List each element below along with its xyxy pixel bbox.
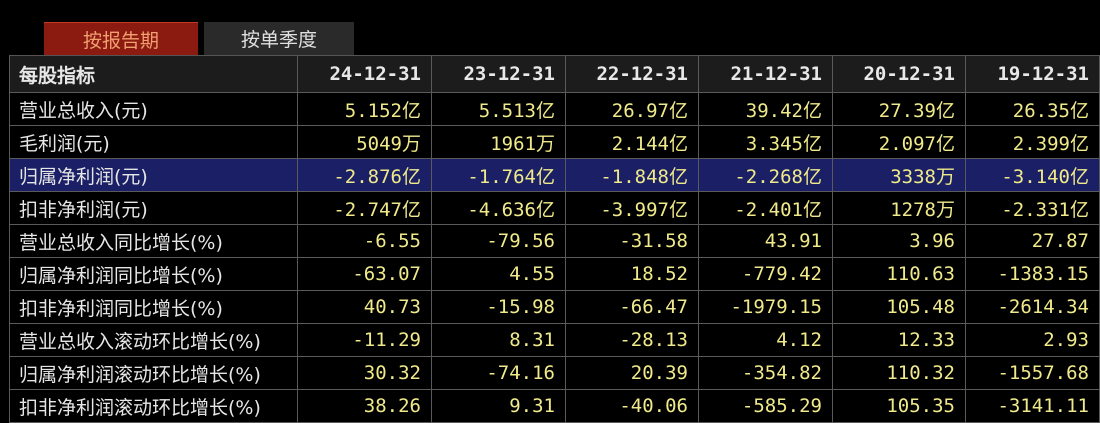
table-row[interactable]: 归属净利润同比增长(%) -63.07 4.55 18.52 -779.42 1…	[9, 258, 1100, 291]
table-cell: 105.35	[832, 390, 965, 422]
table-cell: 3.345亿	[698, 126, 832, 158]
table-cell: 105.48	[832, 291, 965, 323]
header-label: 每股指标	[9, 56, 297, 92]
table-cell: 20.39	[565, 357, 698, 389]
table-cell: 8.31	[431, 324, 565, 356]
table-cell: -3141.11	[965, 390, 1099, 422]
table-cell: 110.63	[832, 258, 965, 290]
table-row[interactable]: 毛利润(元) 5049万 1961万 2.144亿 3.345亿 2.097亿 …	[9, 126, 1100, 159]
row-label: 营业总收入(元)	[9, 93, 297, 125]
table-cell: 43.91	[698, 225, 832, 257]
table-row[interactable]: 扣非净利润(元) -2.747亿 -4.636亿 -3.997亿 -2.401亿…	[9, 192, 1100, 225]
table-cell: 1961万	[431, 126, 565, 158]
table-cell: 40.73	[297, 291, 431, 323]
table-cell: -3.997亿	[565, 192, 698, 224]
column-header[interactable]: 20-12-31	[832, 56, 965, 92]
table-cell: -11.29	[297, 324, 431, 356]
table-cell: 5.513亿	[431, 93, 565, 125]
table-cell: -15.98	[431, 291, 565, 323]
table-cell: -66.47	[565, 291, 698, 323]
table-cell: -2614.34	[965, 291, 1099, 323]
table-row[interactable]: 扣非净利润滚动环比增长(%) 38.26 9.31 -40.06 -585.29…	[9, 390, 1100, 423]
row-label: 营业总收入同比增长(%)	[9, 225, 297, 257]
column-header[interactable]: 19-12-31	[965, 56, 1099, 92]
table-cell: 3338万	[832, 159, 965, 191]
table-cell: 26.97亿	[565, 93, 698, 125]
column-header[interactable]: 22-12-31	[565, 56, 698, 92]
table-cell: -1979.15	[698, 291, 832, 323]
row-label: 营业总收入滚动环比增长(%)	[9, 324, 297, 356]
table-cell: -63.07	[297, 258, 431, 290]
table-cell: -3.140亿	[965, 159, 1099, 191]
table-cell: -40.06	[565, 390, 698, 422]
table-cell: 2.399亿	[965, 126, 1099, 158]
table-cell: 5049万	[297, 126, 431, 158]
table-cell: -585.29	[698, 390, 832, 422]
table-cell: 27.87	[965, 225, 1099, 257]
table-cell: 26.35亿	[965, 93, 1099, 125]
table-cell: -779.42	[698, 258, 832, 290]
table-cell: -74.16	[431, 357, 565, 389]
table-cell: -2.401亿	[698, 192, 832, 224]
table-cell: 9.31	[431, 390, 565, 422]
table-cell: -1.848亿	[565, 159, 698, 191]
table-cell: -6.55	[297, 225, 431, 257]
table-row-selected[interactable]: 归属净利润(元) -2.876亿 -1.764亿 -1.848亿 -2.268亿…	[9, 159, 1100, 192]
table-cell: -28.13	[565, 324, 698, 356]
row-label: 归属净利润(元)	[9, 159, 297, 191]
table-cell: -2.331亿	[965, 192, 1099, 224]
table-cell: 2.097亿	[832, 126, 965, 158]
table-cell: 18.52	[565, 258, 698, 290]
column-header[interactable]: 23-12-31	[431, 56, 565, 92]
tab-by-single-quarter[interactable]: 按单季度	[204, 22, 354, 55]
table-row[interactable]: 归属净利润滚动环比增长(%) 30.32 -74.16 20.39 -354.8…	[9, 357, 1100, 390]
table-cell: -2.876亿	[297, 159, 431, 191]
table-cell: 12.33	[832, 324, 965, 356]
table-header-row: 每股指标 24-12-31 23-12-31 22-12-31 21-12-31…	[9, 56, 1100, 93]
table-cell: 3.96	[832, 225, 965, 257]
table-row[interactable]: 营业总收入同比增长(%) -6.55 -79.56 -31.58 43.91 3…	[9, 225, 1100, 258]
row-label: 扣非净利润滚动环比增长(%)	[9, 390, 297, 422]
table-cell: 2.144亿	[565, 126, 698, 158]
row-label: 扣非净利润同比增长(%)	[9, 291, 297, 323]
table-row[interactable]: 营业总收入(元) 5.152亿 5.513亿 26.97亿 39.42亿 27.…	[9, 93, 1100, 126]
table-cell: -79.56	[431, 225, 565, 257]
period-tabs: 按报告期 按单季度	[44, 22, 354, 55]
table-row[interactable]: 营业总收入滚动环比增长(%) -11.29 8.31 -28.13 4.12 1…	[9, 324, 1100, 357]
table-cell: 38.26	[297, 390, 431, 422]
table-cell: -1557.68	[965, 357, 1099, 389]
table-cell: 1278万	[832, 192, 965, 224]
row-label: 归属净利润同比增长(%)	[9, 258, 297, 290]
table-cell: 4.12	[698, 324, 832, 356]
table-cell: -2.268亿	[698, 159, 832, 191]
row-label: 归属净利润滚动环比增长(%)	[9, 357, 297, 389]
row-label: 毛利润(元)	[9, 126, 297, 158]
table-cell: 5.152亿	[297, 93, 431, 125]
table-cell: -4.636亿	[431, 192, 565, 224]
table-cell: 30.32	[297, 357, 431, 389]
table-cell: 4.55	[431, 258, 565, 290]
table-cell: -1383.15	[965, 258, 1099, 290]
table-row[interactable]: 扣非净利润同比增长(%) 40.73 -15.98 -66.47 -1979.1…	[9, 291, 1100, 324]
table-cell: 110.32	[832, 357, 965, 389]
table-cell: -1.764亿	[431, 159, 565, 191]
column-header[interactable]: 24-12-31	[297, 56, 431, 92]
row-label: 扣非净利润(元)	[9, 192, 297, 224]
table-cell: 27.39亿	[832, 93, 965, 125]
table-cell: 39.42亿	[698, 93, 832, 125]
column-header[interactable]: 21-12-31	[698, 56, 832, 92]
table-cell: -31.58	[565, 225, 698, 257]
financial-indicators-table: 每股指标 24-12-31 23-12-31 22-12-31 21-12-31…	[9, 55, 1100, 423]
table-cell: 2.93	[965, 324, 1099, 356]
table-cell: -354.82	[698, 357, 832, 389]
table-cell: -2.747亿	[297, 192, 431, 224]
tab-by-report-period[interactable]: 按报告期	[44, 22, 198, 55]
